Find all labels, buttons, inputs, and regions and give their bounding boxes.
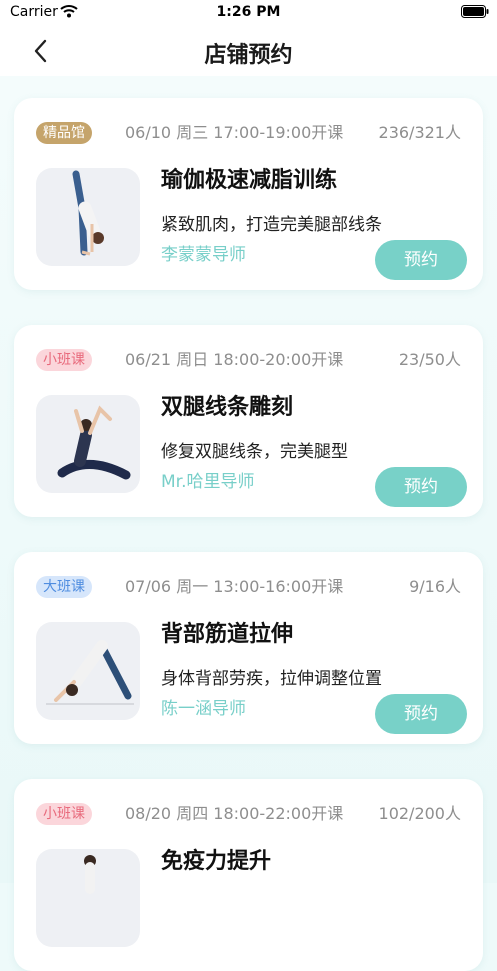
course-list[interactable]: 精品馆 06/10 周三 17:00-19:00开课 236/321人 瑜伽极速…: [0, 76, 497, 971]
status-time: 1:26 PM: [216, 4, 281, 20]
yoga-pigeon-pose-illustration: [57, 405, 131, 480]
course-capacity: 23/50人: [398, 350, 461, 369]
course-teacher[interactable]: 李蒙蒙导师: [161, 240, 246, 265]
book-button[interactable]: 预约: [375, 467, 467, 507]
course-description: 紧致肌肉，打造完美腿部线条: [161, 215, 382, 235]
yoga-downward-dog-illustration: [46, 640, 134, 705]
course-description: 修复双腿线条，完美腿型: [161, 442, 348, 462]
course-card[interactable]: 精品馆 06/10 周三 17:00-19:00开课 236/321人 瑜伽极速…: [14, 98, 483, 290]
book-button[interactable]: 预约: [375, 240, 467, 280]
nav-bar: 店铺预约: [0, 26, 497, 76]
course-schedule: 06/10 周三 17:00-19:00开课: [125, 123, 344, 142]
course-schedule: 08/20 周四 18:00-22:00开课: [125, 804, 344, 823]
course-thumbnail: [36, 849, 140, 947]
course-capacity: 9/16人: [409, 577, 461, 596]
course-title: 背部筋道拉伸: [161, 622, 294, 647]
course-schedule: 06/21 周日 18:00-20:00开课: [125, 350, 344, 369]
battery-icon: [461, 5, 489, 18]
course-title: 瑜伽极速减脂训练: [161, 168, 338, 193]
status-bar: Carrier 1:26 PM: [0, 0, 497, 26]
course-type-badge: 大班课: [36, 576, 92, 598]
book-button[interactable]: 预约: [375, 694, 467, 734]
course-thumbnail: [36, 168, 140, 266]
course-teacher[interactable]: 陈一涵导师: [161, 694, 246, 719]
course-card[interactable]: 小班课 08/20 周四 18:00-22:00开课 102/200人 免疫力提…: [14, 779, 483, 971]
course-capacity: 236/321人: [378, 123, 461, 142]
course-teacher[interactable]: Mr.哈里导师: [161, 467, 255, 492]
course-type-badge: 小班课: [36, 349, 92, 371]
course-title: 免疫力提升: [161, 849, 272, 874]
course-thumbnail: [36, 622, 140, 720]
page-title: 店铺预约: [204, 43, 293, 68]
course-card[interactable]: 小班课 06/21 周日 18:00-20:00开课 23/50人 双腿线条雕刻…: [14, 325, 483, 517]
course-capacity: 102/200人: [378, 804, 461, 823]
course-type-badge: 小班课: [36, 803, 92, 825]
course-card[interactable]: 大班课 07/06 周一 13:00-16:00开课 9/16人 背部筋道拉伸 …: [14, 552, 483, 744]
course-title: 双腿线条雕刻: [161, 395, 294, 420]
yoga-standing-split-illustration: [72, 170, 104, 256]
course-type-badge: 精品馆: [36, 122, 92, 144]
course-schedule: 07/06 周一 13:00-16:00开课: [125, 577, 344, 596]
yoga-pose-illustration: [84, 855, 96, 894]
course-description: 身体背部劳疾，拉伸调整位置: [161, 669, 382, 689]
course-thumbnail: [36, 395, 140, 493]
